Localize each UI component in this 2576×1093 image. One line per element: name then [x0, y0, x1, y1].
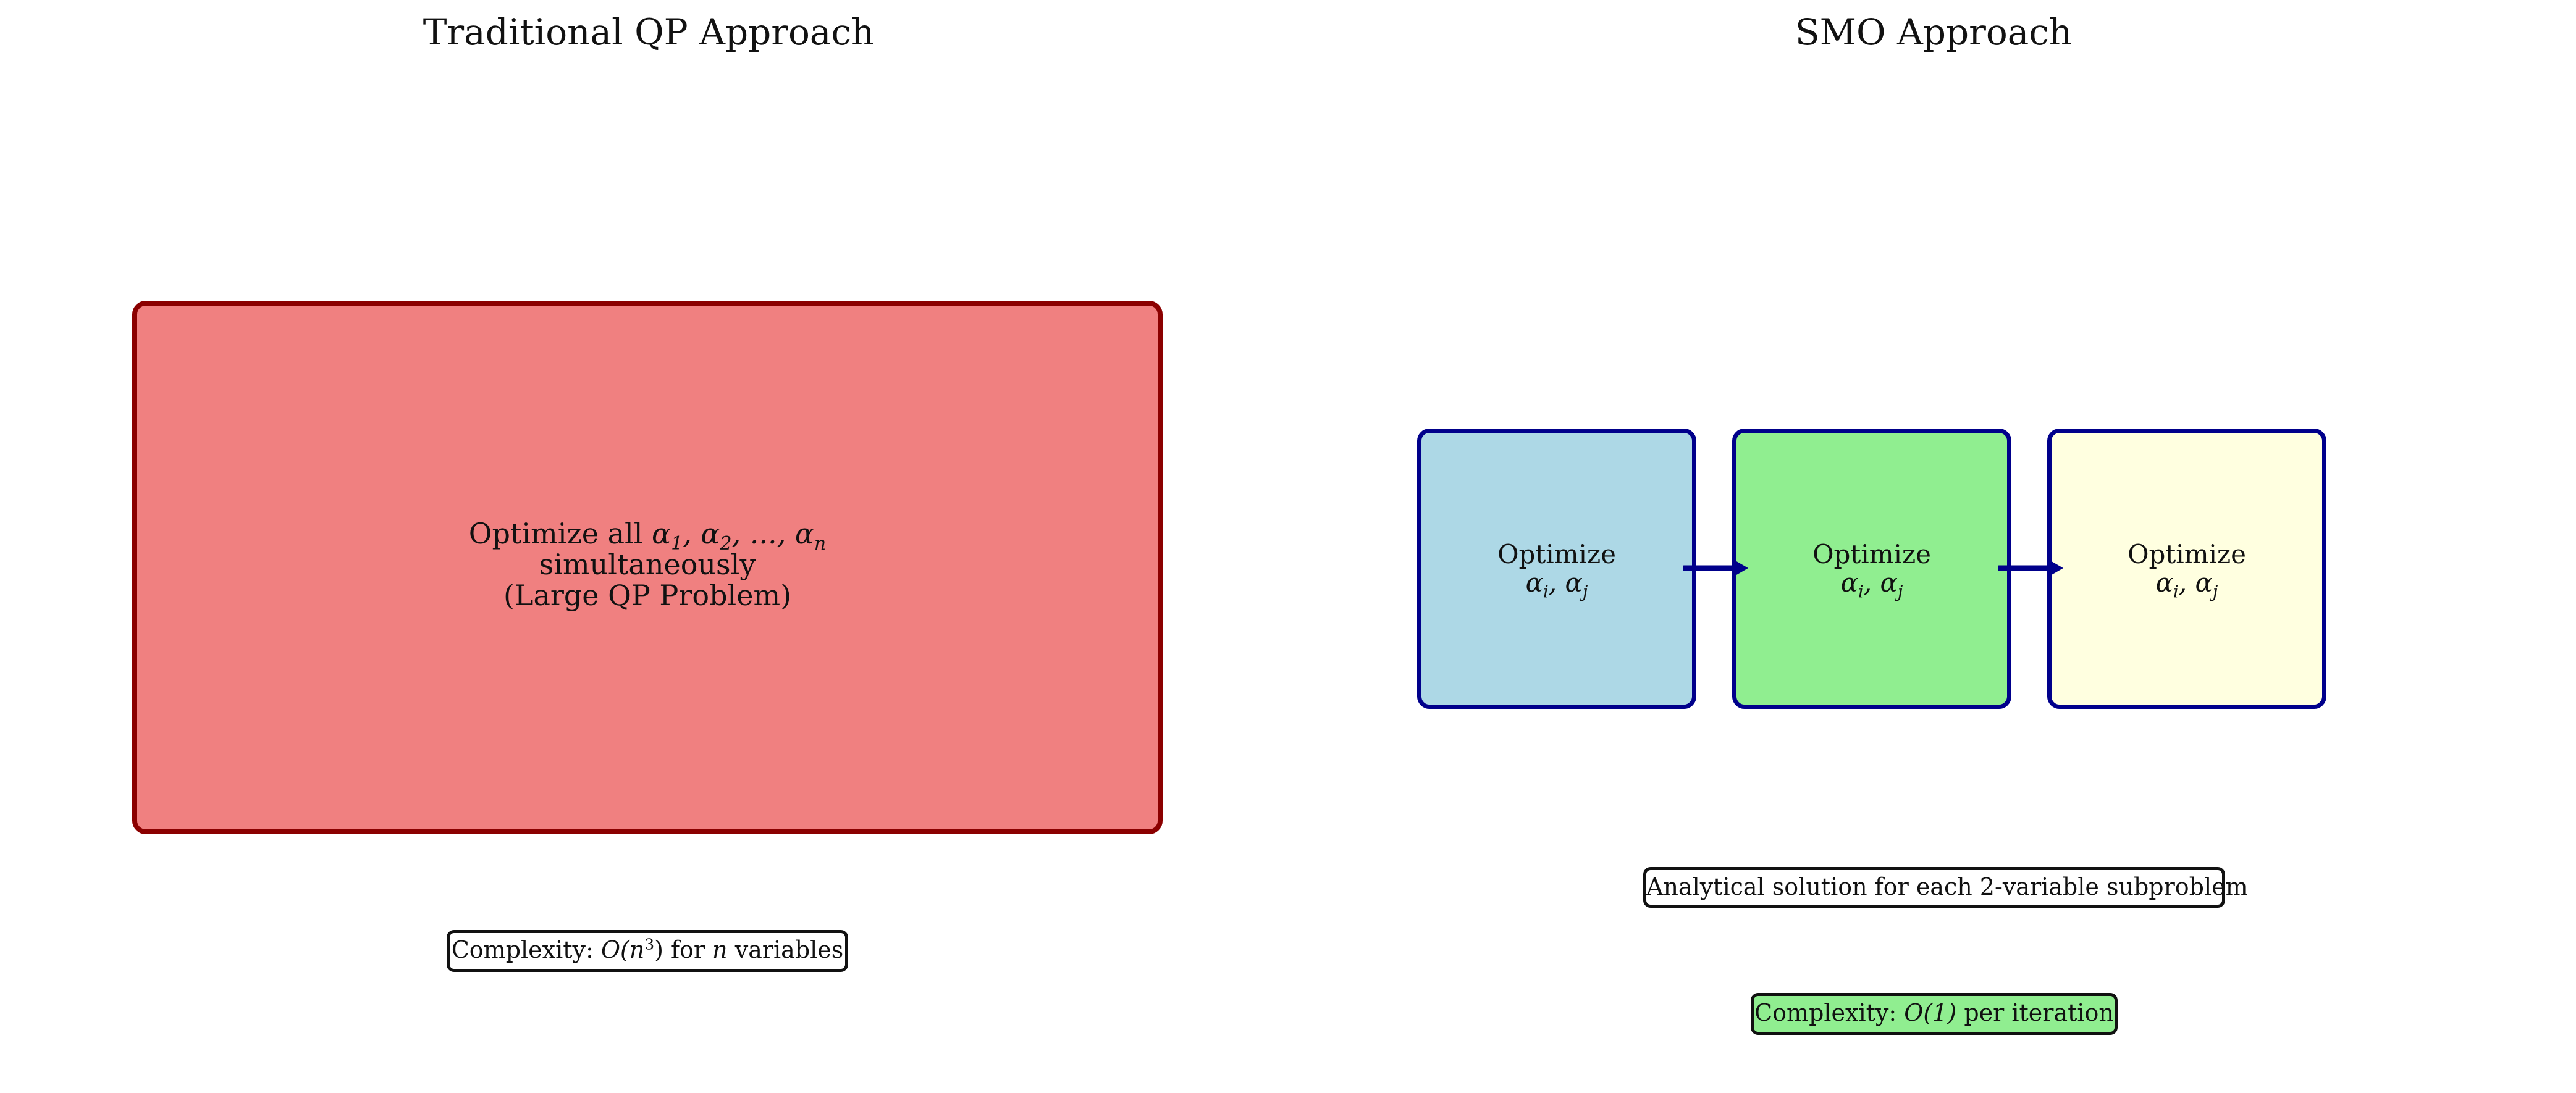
qp-line-3: (Large QP Problem) — [503, 579, 792, 612]
smo-step-2-text: Optimize αi, αj — [1812, 539, 1931, 601]
smo-complexity-prefix: Complexity: — [1754, 999, 1905, 1026]
arrow-right-icon — [1998, 559, 2063, 577]
alpha-sequence: α1, α2, ..., αn — [652, 517, 826, 553]
qp-line-2: simultaneously — [539, 548, 756, 581]
qp-complexity-close: ) — [654, 936, 663, 963]
smo-step-3-alpha-j: α — [2195, 567, 2213, 598]
smo-step-3-text: Optimize αi, αj — [2128, 539, 2246, 601]
smo-step-3-alpha-i: α — [2155, 567, 2174, 598]
qp-complexity-suffix: variables — [727, 936, 844, 963]
qp-complexity-o: O — [600, 936, 621, 963]
smo-step-3-label: Optimize — [2128, 539, 2246, 569]
qp-line-1: Optimize all α1, α2, ..., αn — [468, 517, 826, 553]
smo-step-1-text: Optimize αi, αj — [1497, 539, 1616, 601]
alpha-n-sub: n — [814, 533, 827, 555]
smo-step-3-box: Optimize αi, αj — [2047, 429, 2326, 709]
left-panel-title: Traditional QP Approach — [423, 11, 875, 53]
smo-complexity-note: Complexity: O(1) per iteration — [1751, 993, 2118, 1035]
alpha-2: , α — [683, 517, 720, 550]
alpha-1: α — [652, 517, 671, 550]
smo-step-3-vars: αi, αj — [2128, 567, 2246, 601]
smo-step-2-sub-j: j — [1897, 582, 1903, 602]
traditional-qp-text: Optimize all α1, α2, ..., αn simultaneou… — [469, 518, 826, 611]
smo-step-2-label: Optimize — [1812, 539, 1931, 569]
qp-complexity-exponent: 3 — [644, 935, 655, 953]
smo-step-1-alpha-j: α — [1565, 567, 1583, 598]
smo-step-2-alpha-j: α — [1880, 567, 1898, 598]
smo-step-2-vars: αi, αj — [1812, 567, 1931, 601]
smo-step-1-label: Optimize — [1497, 539, 1616, 569]
qp-complexity-prefix: Complexity: — [451, 936, 601, 963]
smo-step-1-box: Optimize αi, αj — [1417, 429, 1696, 709]
smo-step-1-sub-j: j — [1582, 582, 1588, 602]
smo-step-2-alpha-i: α — [1840, 567, 1859, 598]
smo-step-1-alpha-i: α — [1525, 567, 1544, 598]
smo-step-1-vars: αi, αj — [1497, 567, 1616, 601]
smo-step-3-sub-j: j — [2212, 582, 2218, 602]
analytical-solution-note: Analytical solution for each 2-variable … — [1643, 867, 2248, 908]
smo-step-1-sub-i: i — [1543, 582, 1549, 602]
smo-step-2-sub-i: i — [1858, 582, 1864, 602]
qp-complexity-n: (n — [620, 936, 645, 963]
traditional-qp-box: Optimize all α1, α2, ..., αn simultaneou… — [132, 301, 1163, 834]
smo-step-3-sep: , — [2178, 567, 2195, 598]
smo-step-2-box: Optimize αi, αj — [1732, 429, 2011, 709]
qp-line-1-text: Optimize all — [468, 517, 652, 550]
qp-complexity-note: Complexity: O(n3) for n variables — [447, 930, 848, 972]
smo-step-2-sep: , — [1863, 567, 1880, 598]
alpha-n: , ..., α — [731, 517, 814, 550]
right-panel-title: SMO Approach — [1795, 11, 2073, 53]
qp-complexity-for: for — [663, 936, 713, 963]
arrow-right-icon — [1683, 559, 1748, 577]
smo-complexity-suffix: per iteration — [1956, 999, 2114, 1026]
smo-complexity-math: O(1) — [1904, 999, 1957, 1026]
qp-complexity-var: n — [712, 936, 728, 963]
smo-step-1-sep: , — [1548, 567, 1565, 598]
smo-step-3-sub-i: i — [2173, 582, 2179, 602]
